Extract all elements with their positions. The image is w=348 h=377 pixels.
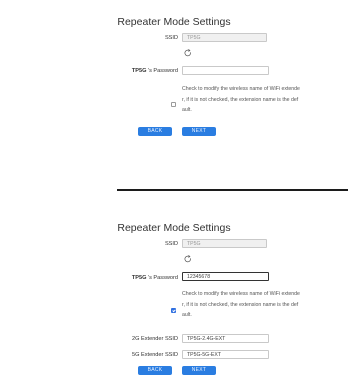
repeater-settings-panel-bottom: Repeater Mode Settings SSID TP5G TP5G 's… [0, 212, 348, 377]
password-label-ssid: TP5G [131, 275, 147, 281]
password-label: TP5G 's Password [96, 275, 178, 281]
modify-name-note: Check to modify the wireless name of WiF… [182, 84, 348, 116]
modify-name-checkbox[interactable] [171, 308, 176, 313]
ext5g-ssid-input[interactable]: TP5G-5G-EXT [182, 350, 269, 359]
note-line: r, if it is not checked, the extension n… [182, 96, 299, 103]
password-label: TP5G 's Password [96, 68, 178, 74]
ext5g-ssid-label: 5G Extender SSID [131, 352, 178, 358]
back-button[interactable]: BACK [138, 127, 172, 136]
repeater-settings-panel-top: Repeater Mode Settings SSID TP5G TP5G 's… [0, 0, 348, 175]
password-label-suffix: 's Password [146, 68, 178, 74]
refresh-icon[interactable] [184, 255, 192, 263]
note-line: r, if it is not checked, the extension n… [182, 301, 299, 308]
page-title: Repeater Mode Settings [117, 222, 231, 234]
ext2g-ssid-label: 2G Extender SSID [131, 336, 178, 342]
back-button[interactable]: BACK [138, 366, 172, 375]
ssid-label: SSID [164, 35, 178, 41]
ssid-field[interactable]: TP5G [182, 239, 267, 248]
ssid-field[interactable]: TP5G [182, 33, 267, 42]
refresh-icon[interactable] [184, 49, 192, 57]
modify-name-checkbox[interactable] [171, 102, 176, 107]
page-title: Repeater Mode Settings [117, 16, 231, 28]
ssid-label: SSID [164, 241, 178, 247]
password-input[interactable]: 12345678 [182, 272, 269, 281]
note-line: Check to modify the wireless name of WiF… [182, 291, 300, 297]
password-label-suffix: 's Password [146, 275, 178, 281]
modify-name-note: Check to modify the wireless name of WiF… [182, 289, 348, 321]
note-line: ault. [182, 107, 192, 113]
divider [117, 189, 348, 191]
note-line: Check to modify the wireless name of WiF… [182, 86, 300, 92]
next-button[interactable]: NEXT [182, 366, 216, 375]
note-line: ault. [182, 312, 192, 318]
password-input[interactable] [182, 66, 269, 75]
password-label-ssid: TP5G [131, 68, 147, 74]
next-button[interactable]: NEXT [182, 127, 216, 136]
ext2g-ssid-input[interactable]: TP5G-2.4G-EXT [182, 334, 269, 343]
